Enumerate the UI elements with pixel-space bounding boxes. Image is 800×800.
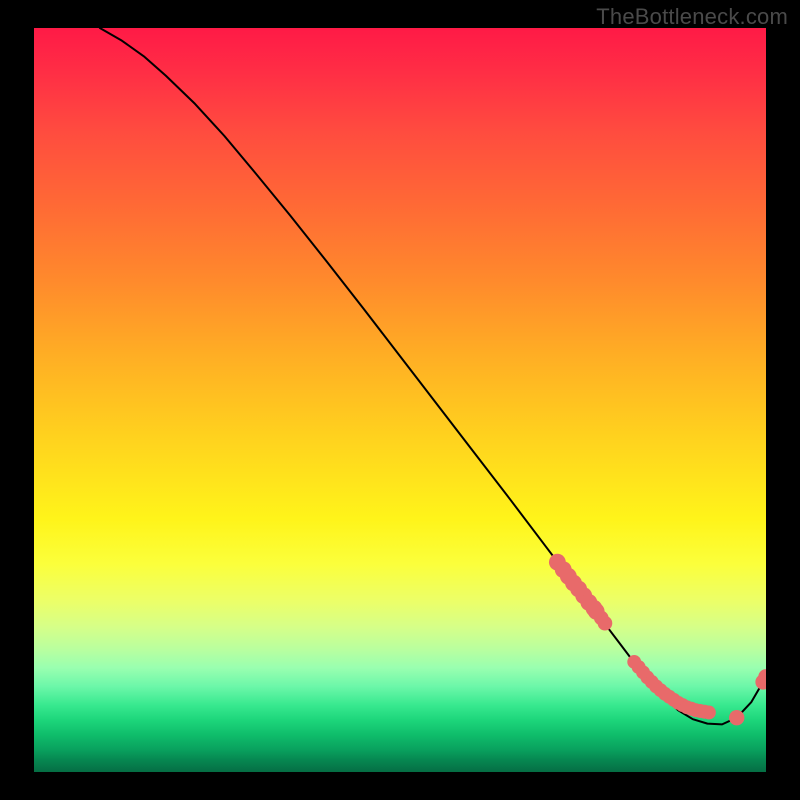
plot-area [34, 28, 766, 772]
data-point [702, 706, 716, 720]
data-points [549, 554, 766, 726]
bottleneck-curve [100, 28, 766, 724]
data-point [729, 710, 744, 725]
chart-svg [34, 28, 766, 772]
data-point [598, 616, 613, 631]
watermark-text: TheBottleneck.com [596, 4, 788, 30]
chart-frame: TheBottleneck.com [0, 0, 800, 800]
